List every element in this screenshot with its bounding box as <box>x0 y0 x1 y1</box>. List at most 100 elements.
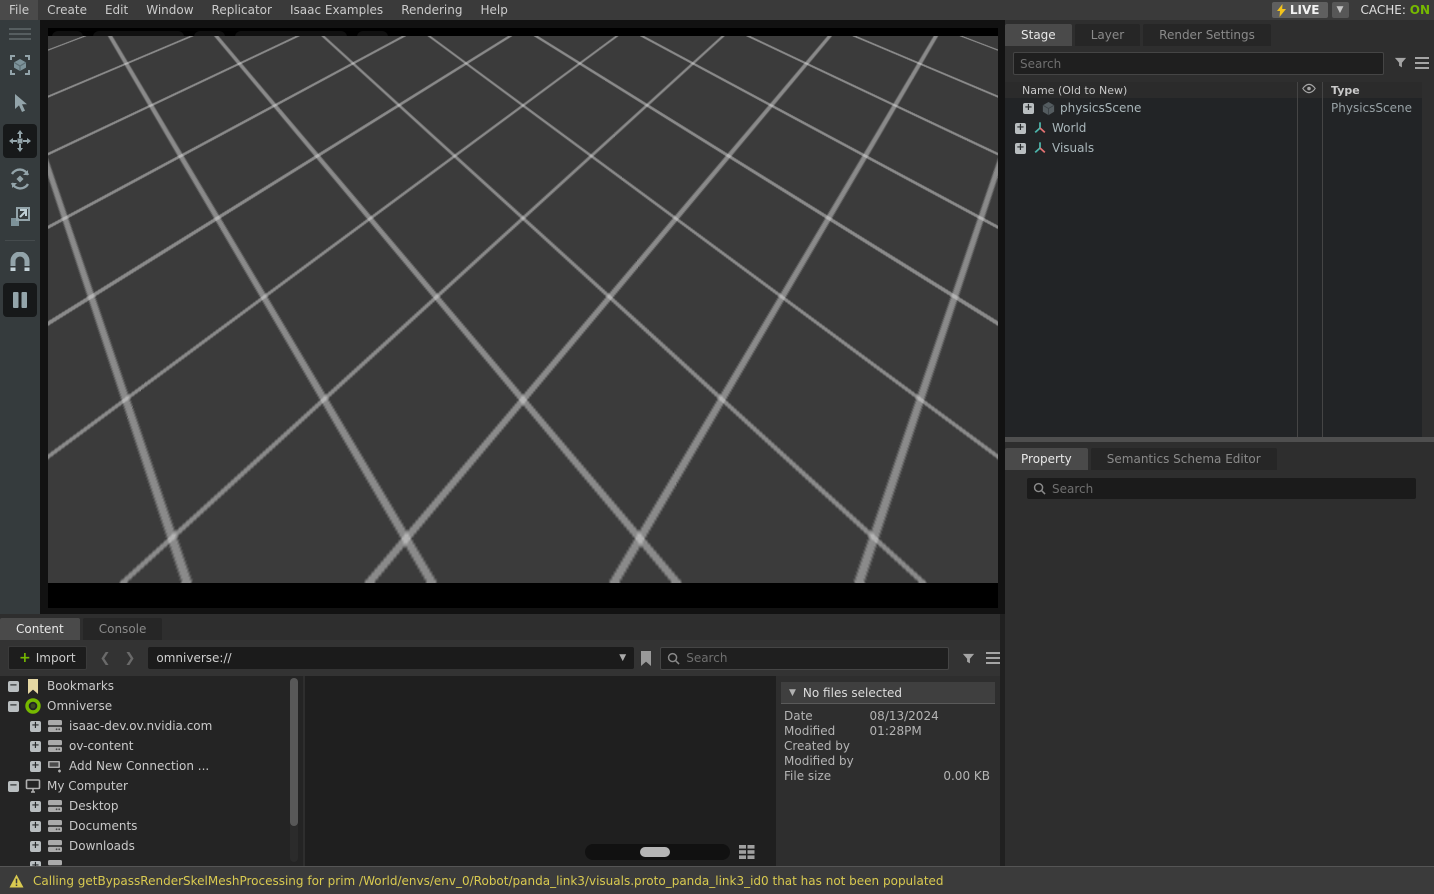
live-dropdown-chevron-icon[interactable]: ▼ <box>1332 2 1349 18</box>
forward-button[interactable]: ❯ <box>117 651 142 666</box>
warning-icon <box>9 874 24 888</box>
drive-icon <box>47 818 63 834</box>
expand-plus-icon[interactable]: + <box>30 761 41 772</box>
toolbar-grip-icon[interactable] <box>9 24 31 44</box>
stage-row-world[interactable]: +World <box>1005 118 1422 138</box>
content-tree-item-isaac-dev-ov-nvidia-com[interactable]: +isaac-dev.ov.nvidia.com <box>0 716 303 736</box>
details-label: Created by <box>784 739 850 754</box>
stage-search[interactable] <box>1013 52 1384 75</box>
column-name[interactable]: Name (Old to New) <box>1022 84 1127 97</box>
tab-content[interactable]: Content <box>0 618 80 640</box>
menu-item-isaac-examples[interactable]: Isaac Examples <box>281 0 392 20</box>
select-box-icon <box>9 54 31 76</box>
back-button[interactable]: ❮ <box>93 651 118 666</box>
tab-stage[interactable]: Stage <box>1005 24 1072 46</box>
stage-row-label: physicsScene <box>1060 101 1141 115</box>
menu-item-window[interactable]: Window <box>137 0 202 20</box>
expand-plus-icon[interactable]: + <box>1015 143 1026 154</box>
expand-plus-icon[interactable]: + <box>30 741 41 752</box>
menubar-right: LIVE ▼ CACHE: ON <box>1272 2 1434 18</box>
tab-console[interactable]: Console <box>83 618 163 640</box>
file-grid-area[interactable] <box>305 676 776 866</box>
stage-row-physicsscene[interactable]: +physicsScenePhysicsScene <box>1005 98 1422 118</box>
rotate-tool[interactable] <box>3 162 37 196</box>
menu-item-replicator[interactable]: Replicator <box>203 0 281 20</box>
stage-filter-icon[interactable] <box>1393 55 1408 70</box>
expand-plus-icon[interactable]: + <box>30 721 41 732</box>
details-title: No files selected <box>803 686 902 700</box>
content-search-input[interactable] <box>686 651 942 665</box>
stage-row-visuals[interactable]: +Visuals <box>1005 138 1422 158</box>
property-search[interactable] <box>1027 478 1416 499</box>
path-bar[interactable]: ▼ <box>148 647 634 669</box>
zoom-slider-handle[interactable] <box>640 847 670 857</box>
tab-layer[interactable]: Layer <box>1075 24 1140 46</box>
content-tree-item-desktop[interactable]: +Desktop <box>0 796 303 816</box>
select-box-tool[interactable] <box>3 48 37 82</box>
content-options-icon[interactable] <box>986 651 1000 666</box>
computer-icon <box>25 778 41 794</box>
content-tree-item-downloads[interactable]: +Downloads <box>0 836 303 856</box>
grid-view-icon[interactable] <box>737 843 757 861</box>
content-tree-label: Bookmarks <box>47 679 114 693</box>
collapse-minus-icon[interactable]: − <box>8 701 19 712</box>
pause-tool[interactable] <box>3 283 37 317</box>
menu-item-rendering[interactable]: Rendering <box>392 0 471 20</box>
plus-icon: + <box>19 651 31 665</box>
import-button[interactable]: + Import <box>8 646 87 670</box>
thumbnail-zoom-slider[interactable] <box>585 844 730 860</box>
video-camera-icon <box>244 38 262 52</box>
content-tree-item-omniverse[interactable]: −Omniverse <box>0 696 303 716</box>
scale-tool[interactable] <box>3 200 37 234</box>
menu-item-edit[interactable]: Edit <box>96 0 137 20</box>
expand-plus-icon[interactable]: + <box>30 821 41 832</box>
expand-plus-icon[interactable]: + <box>30 841 41 852</box>
details-header[interactable]: ▼ No files selected <box>781 682 995 704</box>
expand-plus-icon[interactable]: + <box>1015 123 1026 134</box>
snap-magnet-tool[interactable] <box>3 245 37 279</box>
bookmark-icon[interactable] <box>640 651 652 666</box>
content-tree-item-bookmarks[interactable]: − Bookmarks <box>0 676 303 696</box>
content-search[interactable] <box>660 647 949 670</box>
expand-plus-icon[interactable]: + <box>30 801 41 812</box>
tab-render-settings[interactable]: Render Settings <box>1143 24 1271 46</box>
bookmark-icon <box>25 678 41 694</box>
visibility-column-eye-icon[interactable] <box>1302 83 1316 94</box>
content-tree-item-ov-content[interactable]: +ov-content <box>0 736 303 756</box>
collapse-minus-icon[interactable]: − <box>8 681 19 692</box>
column-divider <box>1322 82 1323 437</box>
details-value: 0.00 KB <box>943 769 990 784</box>
tree-scrollbar[interactable] <box>290 678 298 862</box>
stage-tab-row: Stage Layer Render Settings <box>1005 20 1434 46</box>
axis-icon <box>1032 140 1048 156</box>
stage-options-icon[interactable] <box>1415 55 1429 70</box>
cursor-tool[interactable] <box>3 86 37 120</box>
menu-item-help[interactable]: Help <box>471 0 516 20</box>
omniverse-icon <box>25 698 41 714</box>
move-tool[interactable] <box>3 124 37 158</box>
content-tree-item-my-computer[interactable]: −My Computer <box>0 776 303 796</box>
tab-property[interactable]: Property <box>1005 448 1088 470</box>
details-label: Date Modified <box>784 709 865 739</box>
scale-icon <box>9 206 31 228</box>
path-input[interactable] <box>156 651 619 665</box>
tab-semantics-schema-editor[interactable]: Semantics Schema Editor <box>1091 448 1277 470</box>
property-search-input[interactable] <box>1052 482 1410 496</box>
stage-search-input[interactable] <box>1020 57 1377 71</box>
viewport-3d[interactable]: Renderer Perspective <box>48 28 998 608</box>
live-button[interactable]: LIVE <box>1272 2 1328 18</box>
content-tree-item-documents[interactable]: +Documents <box>0 816 303 836</box>
menu-item-create[interactable]: Create <box>38 0 96 20</box>
status-message: Calling getBypassRenderSkelMeshProcessin… <box>33 874 944 888</box>
expand-plus-icon[interactable]: + <box>1023 103 1034 114</box>
content-filter-icon[interactable] <box>961 651 976 666</box>
path-dropdown-icon[interactable]: ▼ <box>619 653 626 663</box>
scrollbar-thumb[interactable] <box>290 678 298 826</box>
menu-item-file[interactable]: File <box>0 0 38 20</box>
collapse-minus-icon[interactable]: − <box>8 781 19 792</box>
column-type[interactable]: Type <box>1331 84 1360 97</box>
content-tree-item-add-new-connection[interactable]: +Add New Connection ... <box>0 756 303 776</box>
details-label: Modified by <box>784 754 854 769</box>
letterbox-bottom <box>48 583 998 608</box>
broadcast-button[interactable] <box>357 31 388 58</box>
